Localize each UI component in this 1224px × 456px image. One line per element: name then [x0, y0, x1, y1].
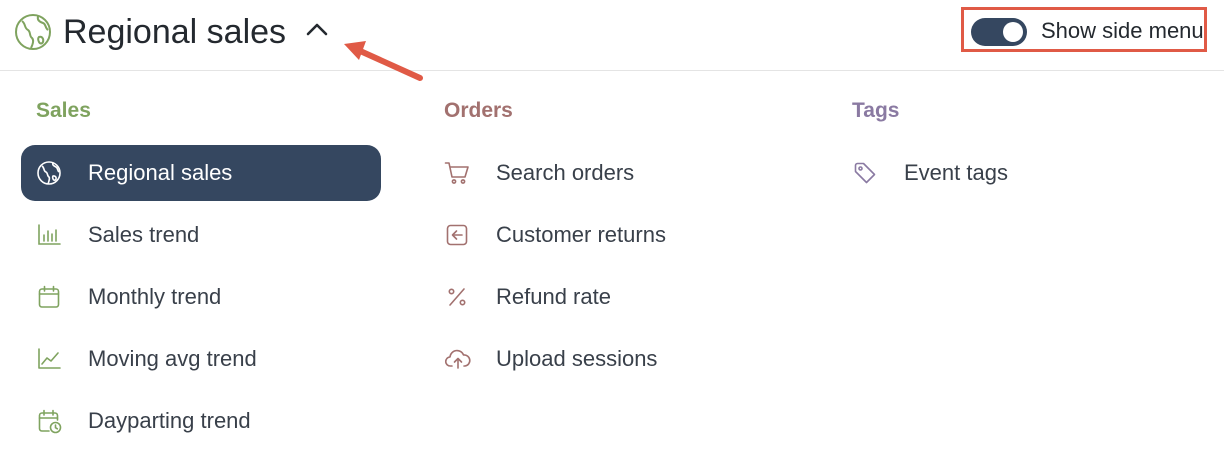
toggle-knob — [1003, 22, 1023, 42]
cart-icon — [444, 160, 470, 186]
globe-icon — [36, 160, 62, 186]
menu-item-search-orders[interactable]: Search orders — [429, 145, 789, 201]
menu-item-label: Sales trend — [88, 222, 200, 247]
menu-item-label: Customer returns — [496, 222, 666, 247]
menu-item-upload-sessions[interactable]: Upload sessions — [429, 331, 789, 387]
annotation-arrow-icon — [336, 36, 428, 86]
menu-item-event-tags[interactable]: Event tags — [837, 145, 1197, 201]
header-bar: Regional sales Show side menu — [0, 0, 1224, 81]
side-menu-toggle-label: Show side menu — [1041, 18, 1204, 43]
globe-icon — [14, 13, 52, 51]
sales-section: Sales Regional sales Sales trend Monthly… — [21, 95, 381, 455]
menu-item-label: Event tags — [904, 160, 1008, 185]
menu-item-label: Regional sales — [88, 160, 233, 185]
page-title: Regional sales — [63, 13, 287, 51]
menu-item-moving-avg-trend[interactable]: Moving avg trend — [21, 331, 381, 387]
calendar-clock-icon — [36, 408, 62, 434]
menu-item-label: Search orders — [496, 160, 635, 185]
cloud-upload-icon — [444, 346, 471, 372]
bar-chart-icon — [36, 222, 62, 248]
line-chart-icon — [36, 346, 62, 372]
return-icon — [444, 222, 470, 248]
menu-item-label: Refund rate — [496, 284, 611, 309]
menu-item-label: Moving avg trend — [88, 346, 257, 371]
side-menu-toggle[interactable] — [971, 18, 1027, 46]
menu-item-label: Monthly trend — [88, 284, 222, 309]
menu-item-label: Upload sessions — [496, 346, 658, 371]
menu-item-dayparting-trend[interactable]: Dayparting trend — [21, 393, 381, 449]
chevron-up-icon[interactable] — [304, 19, 330, 39]
calendar-icon — [36, 284, 62, 310]
orders-section-title: Orders — [444, 99, 513, 122]
menu-item-monthly-trend[interactable]: Monthly trend — [21, 269, 381, 325]
side-menu-toggle-highlight: Show side menu — [961, 7, 1207, 52]
menu-item-customer-returns[interactable]: Customer returns — [429, 207, 789, 263]
menu-item-label: Dayparting trend — [88, 408, 251, 433]
tags-section: Tags Event tags — [837, 95, 1197, 207]
tag-icon — [852, 160, 878, 186]
percent-icon — [444, 284, 470, 310]
menu-item-refund-rate[interactable]: Refund rate — [429, 269, 789, 325]
orders-section: Orders Search orders Customer returns Re… — [429, 95, 789, 393]
menu-item-sales-trend[interactable]: Sales trend — [21, 207, 381, 263]
tags-section-title: Tags — [852, 99, 900, 122]
menu-item-regional-sales[interactable]: Regional sales — [21, 145, 381, 201]
sales-section-title: Sales — [36, 99, 91, 122]
